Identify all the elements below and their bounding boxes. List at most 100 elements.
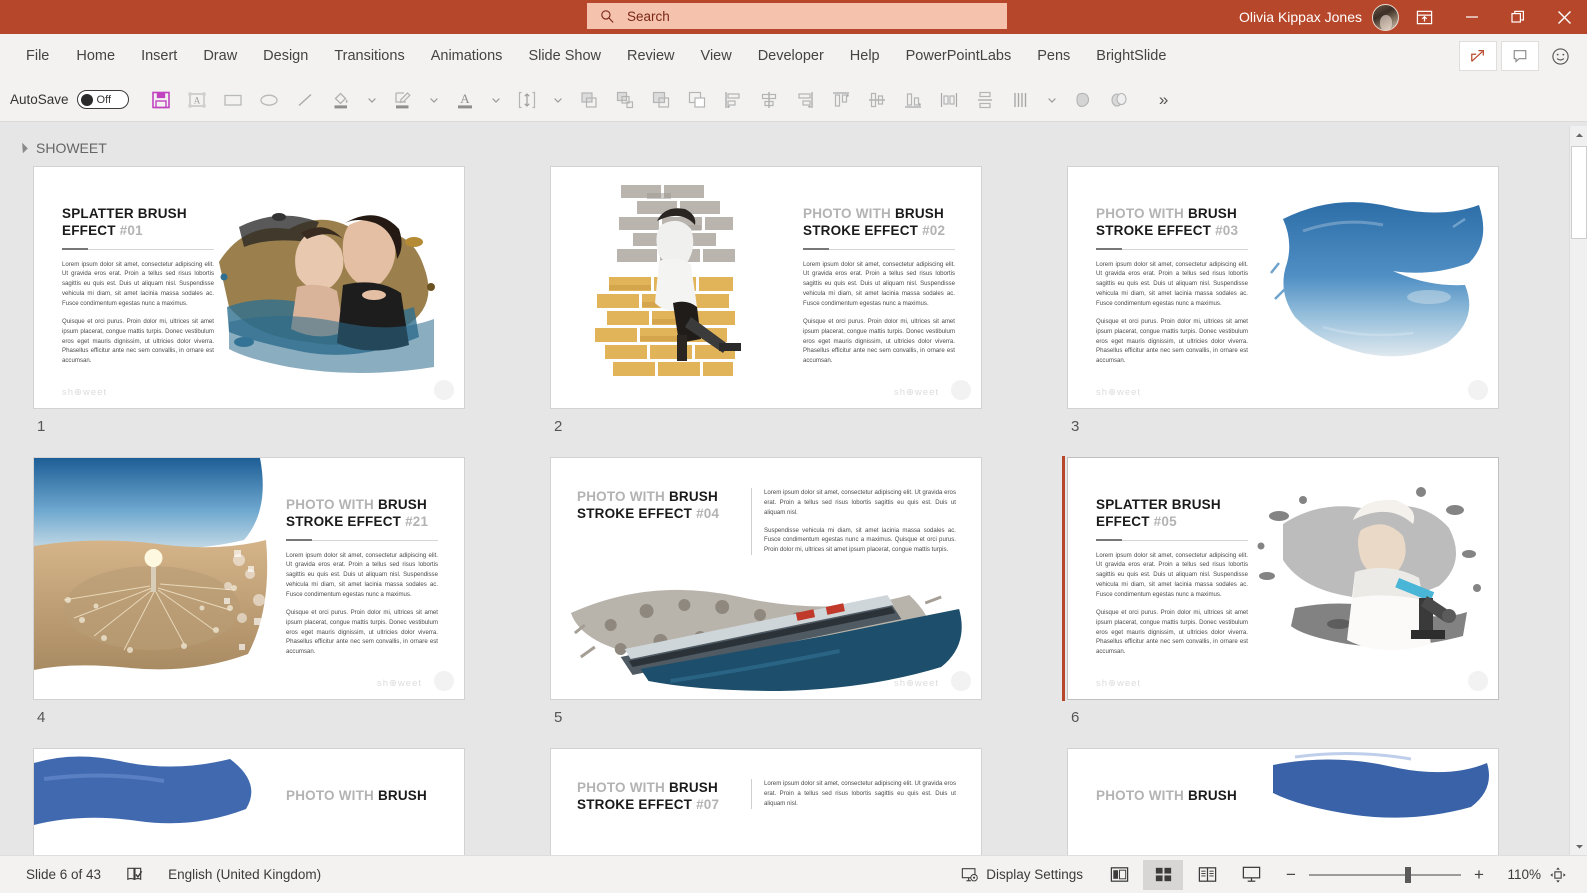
section-header-showeet[interactable]: SHOWEET [0, 126, 1587, 166]
search-box[interactable]: Search [587, 3, 1007, 29]
selection-pane-button[interactable] [1003, 82, 1039, 118]
slide-thumbnail-wrap[interactable]: PHOTO WITH BRUSH STROKE EFFECT #07 Lorem… [550, 748, 1026, 855]
shape-outline-dropdown[interactable] [421, 82, 447, 118]
avatar[interactable] [1372, 4, 1399, 31]
tab-pens[interactable]: Pens [1024, 42, 1083, 70]
tab-view[interactable]: View [688, 42, 745, 70]
slide-thumbnail[interactable]: PHOTO WITH BRUSH STROKE EFFECT #07 Lorem… [550, 748, 982, 855]
align-top-button[interactable] [823, 82, 859, 118]
align-left-button[interactable] [715, 82, 751, 118]
tab-design[interactable]: Design [250, 42, 321, 70]
slide-cell[interactable]: PHOTO WITH BRUSH 9 [1067, 748, 1543, 855]
tab-help[interactable]: Help [837, 42, 893, 70]
ellipse-shape-button[interactable] [251, 82, 287, 118]
display-settings-button[interactable]: Display Settings [947, 866, 1097, 884]
scroll-down-button[interactable] [1570, 837, 1587, 855]
slide-thumbnail-wrap[interactable]: PHOTO WITH BRUSH STROKE EFFECT #03 Lorem… [1067, 166, 1543, 409]
tab-review[interactable]: Review [614, 42, 688, 70]
minimize-button[interactable] [1449, 0, 1495, 34]
zoom-control[interactable]: − + [1273, 865, 1497, 885]
font-color-dropdown[interactable] [483, 82, 509, 118]
feedback-button[interactable] [1543, 41, 1577, 71]
zoom-out-button[interactable]: − [1283, 865, 1299, 885]
share-button[interactable] [1459, 41, 1497, 71]
fit-to-window-button[interactable] [1541, 866, 1575, 884]
scroll-up-button[interactable] [1570, 126, 1587, 144]
vertical-scrollbar[interactable] [1569, 126, 1587, 855]
zoom-slider-handle[interactable] [1405, 867, 1411, 883]
distribute-vertically-button[interactable] [967, 82, 1003, 118]
slide-thumbnail-wrap[interactable]: PHOTO WITH BRUSH STROKE EFFECT #04 Lorem… [550, 457, 1026, 700]
language-indicator[interactable]: English (United Kingdom) [154, 867, 335, 882]
slide-cell[interactable]: PHOTO WITH BRUSH STROKE EFFECT #21 Lorem… [33, 457, 509, 748]
slide-thumbnail-wrap[interactable]: PHOTO WITH BRUSH [1067, 748, 1543, 855]
view-normal-button[interactable] [1099, 860, 1139, 890]
account-name[interactable]: Olivia Kippax Jones [1239, 9, 1372, 25]
slide-cell[interactable]: PHOTO WITH BRUSH 7 [33, 748, 509, 855]
slide-thumbnail[interactable]: SPLATTER BRUSH EFFECT #01 Lorem ipsum do… [33, 166, 465, 409]
close-button[interactable] [1541, 0, 1587, 34]
comments-button[interactable] [1501, 41, 1539, 71]
shape-outline-button[interactable] [385, 82, 421, 118]
align-bottom-button[interactable] [895, 82, 931, 118]
tab-developer[interactable]: Developer [745, 42, 837, 70]
slide-thumbnail[interactable]: PHOTO WITH BRUSH STROKE EFFECT #03 Lorem… [1067, 166, 1499, 409]
slide-cell[interactable]: PHOTO WITH BRUSH STROKE EFFECT #07 Lorem… [550, 748, 1026, 855]
slide-thumbnail-wrap[interactable]: SPLATTER BRUSH EFFECT #01 Lorem ipsum do… [33, 166, 509, 409]
shape-size-button[interactable] [509, 82, 545, 118]
tab-animations[interactable]: Animations [418, 42, 516, 70]
font-color-button[interactable]: A [447, 82, 483, 118]
slide-thumbnail-wrap[interactable]: PHOTO WITH BRUSH STROKE EFFECT #02 Lorem… [550, 166, 1026, 409]
autosave-toggle[interactable]: Off [77, 90, 129, 109]
slide-cell[interactable]: PHOTO WITH BRUSH STROKE EFFECT #04 Lorem… [550, 457, 1026, 748]
align-middle-button[interactable] [859, 82, 895, 118]
bring-forward-button[interactable] [643, 82, 679, 118]
distribute-horizontally-button[interactable] [931, 82, 967, 118]
spell-check-button[interactable] [115, 865, 154, 884]
tab-file[interactable]: File [14, 42, 63, 70]
slide-thumbnail-wrap[interactable]: SPLATTER BRUSH EFFECT #05 Lorem ipsum do… [1067, 457, 1543, 700]
shape-size-dropdown[interactable] [545, 82, 571, 118]
view-reading-button[interactable] [1187, 860, 1227, 890]
tab-brightslide[interactable]: BrightSlide [1083, 42, 1179, 70]
shape-union-button[interactable] [1065, 82, 1101, 118]
slide-thumbnail[interactable]: PHOTO WITH BRUSH STROKE EFFECT #02 Lorem… [550, 166, 982, 409]
shape-combine-button[interactable] [1101, 82, 1137, 118]
slide-cell-selected[interactable]: SPLATTER BRUSH EFFECT #05 Lorem ipsum do… [1067, 457, 1543, 748]
slide-cell[interactable]: PHOTO WITH BRUSH STROKE EFFECT #02 Lorem… [550, 166, 1026, 457]
ungroup-button[interactable] [607, 82, 643, 118]
group-button[interactable] [571, 82, 607, 118]
toolbar-overflow-button[interactable]: » [1147, 90, 1181, 110]
save-button[interactable] [143, 82, 179, 118]
send-backward-button[interactable] [679, 82, 715, 118]
align-center-horizontal-button[interactable] [751, 82, 787, 118]
scrollbar-thumb[interactable] [1571, 146, 1587, 239]
text-box-button[interactable]: A [179, 82, 215, 118]
zoom-in-button[interactable]: + [1471, 865, 1487, 885]
tab-home[interactable]: Home [63, 42, 128, 70]
line-shape-button[interactable] [287, 82, 323, 118]
autosave-control[interactable]: AutoSave Off [10, 90, 135, 109]
slide-cell[interactable]: SPLATTER BRUSH EFFECT #01 Lorem ipsum do… [33, 166, 509, 457]
selection-pane-dropdown[interactable] [1039, 82, 1065, 118]
view-slide-show-button[interactable] [1231, 860, 1271, 890]
slide-counter[interactable]: Slide 6 of 43 [12, 867, 115, 882]
zoom-percentage[interactable]: 110% [1497, 867, 1541, 882]
slide-thumbnail-wrap[interactable]: PHOTO WITH BRUSH STROKE EFFECT #21 Lorem… [33, 457, 509, 700]
search-input[interactable]: Search [627, 9, 670, 24]
slide-thumbnail[interactable]: SPLATTER BRUSH EFFECT #05 Lorem ipsum do… [1067, 457, 1499, 700]
view-slide-sorter-button[interactable] [1143, 860, 1183, 890]
tab-slide-show[interactable]: Slide Show [515, 42, 614, 70]
slide-thumbnail[interactable]: PHOTO WITH BRUSH [33, 748, 465, 855]
slide-thumbnail[interactable]: PHOTO WITH BRUSH [1067, 748, 1499, 855]
shape-fill-button[interactable] [323, 82, 359, 118]
slide-thumbnail[interactable]: PHOTO WITH BRUSH STROKE EFFECT #21 Lorem… [33, 457, 465, 700]
slide-cell[interactable]: PHOTO WITH BRUSH STROKE EFFECT #03 Lorem… [1067, 166, 1543, 457]
zoom-slider[interactable] [1309, 874, 1461, 876]
section-collapse-icon[interactable] [17, 143, 28, 154]
shape-fill-dropdown[interactable] [359, 82, 385, 118]
slide-thumbnail[interactable]: PHOTO WITH BRUSH STROKE EFFECT #04 Lorem… [550, 457, 982, 700]
tab-insert[interactable]: Insert [128, 42, 190, 70]
tab-transitions[interactable]: Transitions [321, 42, 417, 70]
ribbon-display-options-button[interactable] [1399, 0, 1449, 34]
